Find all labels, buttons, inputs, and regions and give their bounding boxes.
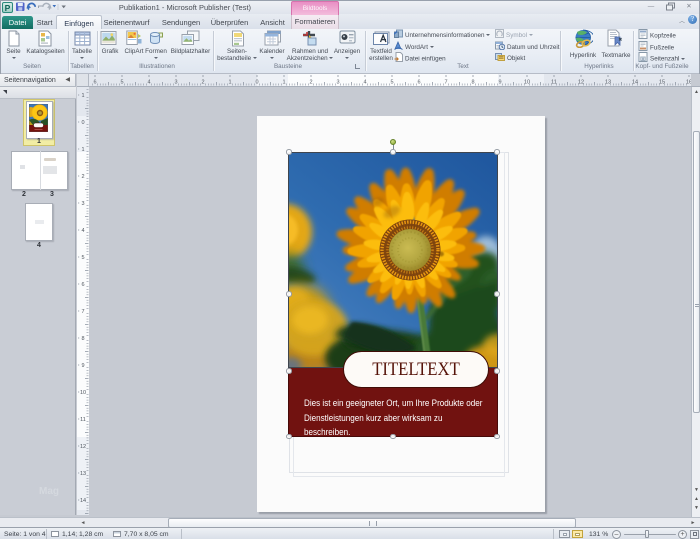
svg-text:9: 9 — [498, 80, 501, 86]
svg-text:16: 16 — [686, 80, 691, 86]
svg-text:2: 2 — [201, 80, 204, 86]
svg-text:11: 11 — [551, 80, 557, 86]
svg-text:7: 7 — [444, 80, 447, 86]
svg-text:3: 3 — [174, 80, 177, 86]
svg-text:1: 1 — [81, 147, 84, 153]
svg-text:8: 8 — [471, 80, 474, 86]
svg-text:5: 5 — [81, 255, 84, 261]
svg-text:1: 1 — [81, 93, 84, 99]
svg-text:1: 1 — [282, 80, 285, 86]
svg-text:4: 4 — [147, 80, 150, 86]
svg-text:12: 12 — [578, 80, 584, 86]
svg-text:13: 13 — [80, 471, 86, 477]
svg-text:6: 6 — [93, 80, 96, 86]
svg-text:3: 3 — [336, 80, 339, 86]
svg-text:6: 6 — [417, 80, 420, 86]
svg-text:6: 6 — [81, 282, 84, 288]
svg-text:12: 12 — [80, 444, 86, 450]
svg-text:5: 5 — [390, 80, 393, 86]
svg-text:11: 11 — [80, 417, 86, 423]
svg-text:0: 0 — [81, 120, 84, 126]
svg-text:1: 1 — [228, 80, 231, 86]
svg-text:4: 4 — [81, 228, 84, 234]
svg-text:9: 9 — [81, 363, 84, 369]
svg-text:0: 0 — [255, 80, 258, 86]
svg-text:15: 15 — [659, 80, 665, 86]
svg-text:4: 4 — [363, 80, 366, 86]
svg-text:7: 7 — [81, 309, 84, 315]
svg-text:10: 10 — [80, 390, 86, 396]
svg-text:5: 5 — [120, 80, 123, 86]
svg-text:13: 13 — [605, 80, 611, 86]
svg-text:14: 14 — [80, 498, 86, 504]
svg-text:8: 8 — [81, 336, 84, 342]
svg-text:3: 3 — [81, 201, 84, 207]
svg-text:10: 10 — [524, 80, 530, 86]
svg-text:14: 14 — [632, 80, 638, 86]
svg-text:2: 2 — [81, 174, 84, 180]
svg-text:2: 2 — [309, 80, 312, 86]
